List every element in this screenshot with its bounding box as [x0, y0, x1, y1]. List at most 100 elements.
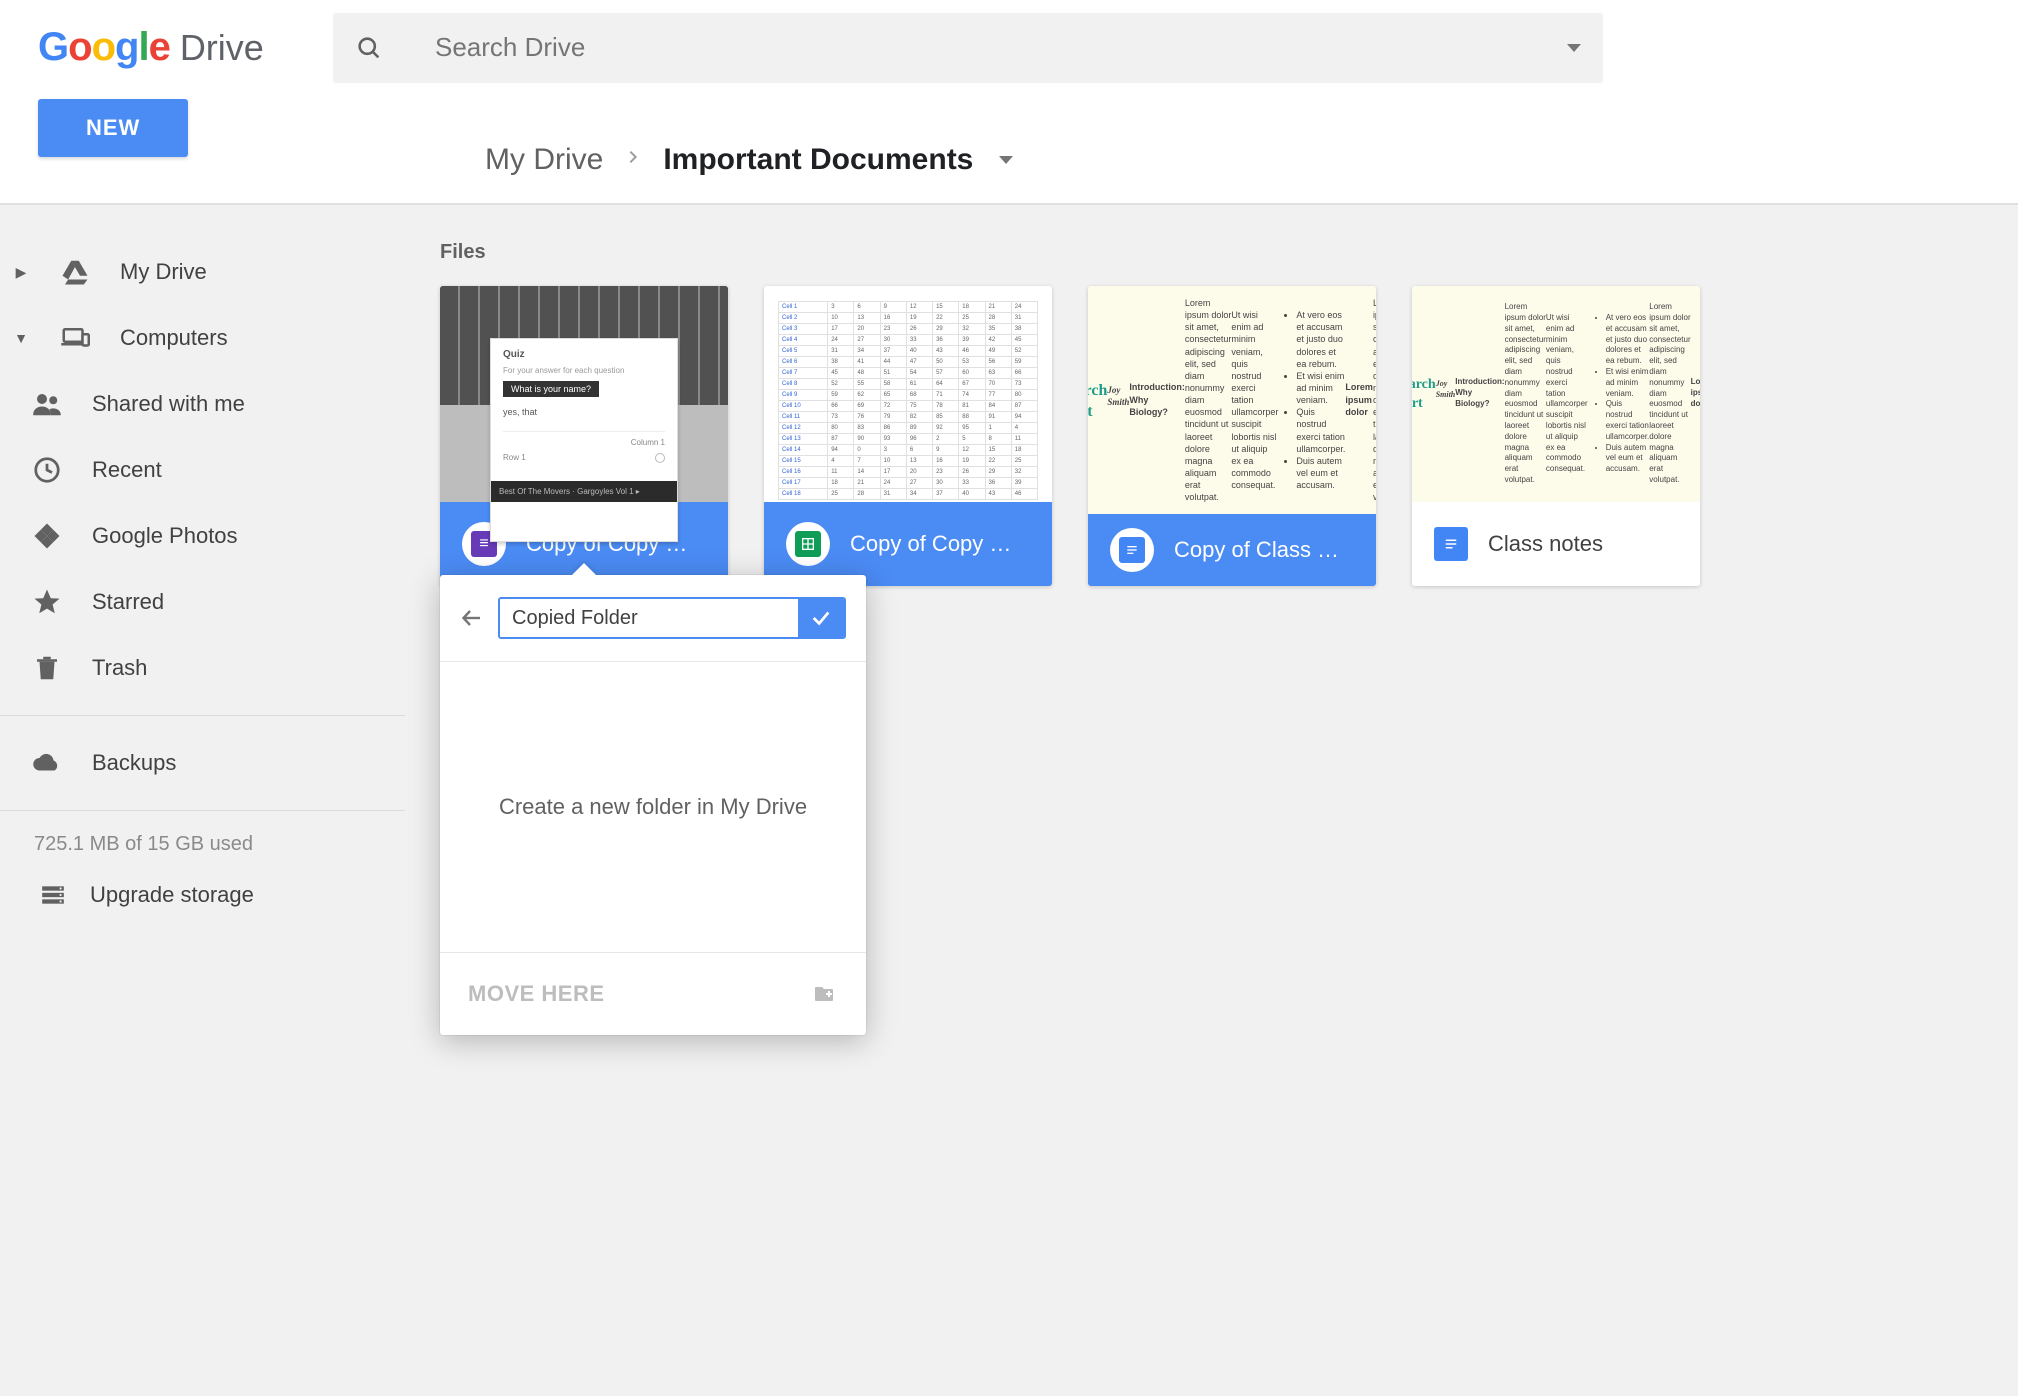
docs-icon [1119, 537, 1145, 563]
storage-icon [38, 882, 68, 908]
doc-paragraph: Lorem ipsum dolor sit amet, consectetur … [1505, 302, 1546, 486]
doc-bullet: Quis nostrud exerci tation ullamcorper. [1606, 399, 1650, 442]
docs-icon [1434, 527, 1468, 561]
subheader: NEW My Drive Important Documents [0, 95, 2018, 205]
drive-logo[interactable]: Google Drive [38, 25, 333, 70]
sidebar: ▶ My Drive ▼ Computers Shared with me Re… [0, 205, 440, 1396]
back-arrow-icon[interactable] [460, 606, 484, 630]
file-thumbnail: Teacher: Ms. Wendy Writer Email: no_repl… [1412, 286, 1700, 502]
section-files-label: Files [440, 241, 2018, 264]
file-grid: Quiz For your answer for each question W… [440, 286, 2018, 586]
clock-icon [30, 455, 64, 485]
file-card[interactable]: Teacher: Ms. Wendy Writer Email: no_repl… [1412, 286, 1700, 586]
sidebar-item-computers[interactable]: ▼ Computers [0, 305, 440, 371]
move-popover: Create a new folder in My Drive MOVE HER… [440, 575, 866, 1035]
doc-bullet: Et wisi enim ad minim veniam. [1606, 367, 1650, 399]
sidebar-item-my-drive[interactable]: ▶ My Drive [0, 239, 440, 305]
sidebar-item-label: Shared with me [92, 391, 245, 417]
sidebar-item-starred[interactable]: Starred [0, 569, 440, 635]
move-popover-footer: MOVE HERE [440, 952, 866, 1035]
move-here-button[interactable]: MOVE HERE [468, 981, 605, 1007]
file-card[interactable]: Research Report Joy Smith Introduction: … [1088, 286, 1376, 586]
doc-bullet: At vero eos et accusam et justo duo dolo… [1606, 313, 1650, 367]
doc-section-heading: Introduction: Why Biology? [1129, 381, 1185, 417]
move-popover-body: Create a new folder in My Drive [440, 662, 866, 952]
file-title: Copy of Class … [1174, 537, 1354, 563]
sidebar-item-recent[interactable]: Recent [0, 437, 440, 503]
doc-author: Joy Smith [1107, 384, 1129, 408]
sidebar-item-photos[interactable]: Google Photos [0, 503, 440, 569]
search-bar[interactable] [333, 13, 1603, 83]
trash-icon [30, 653, 64, 683]
doc-section-heading: Introduction: Why Biology? [1455, 377, 1504, 409]
file-title: Copy of Copy … [850, 531, 1030, 557]
drive-wordmark: Drive [180, 27, 264, 69]
photos-icon [30, 521, 64, 551]
sidebar-item-shared[interactable]: Shared with me [0, 371, 440, 437]
sidebar-item-label: My Drive [120, 259, 207, 285]
drive-icon [58, 257, 92, 287]
file-thumbnail: Cell 13691215182124Cell 2101316192225283… [764, 286, 1052, 502]
file-card-footer: Copy of Class … [1088, 514, 1376, 586]
sidebar-item-label: Starred [92, 589, 164, 615]
search-options-dropdown-icon[interactable] [1567, 44, 1581, 52]
breadcrumb-current[interactable]: Important Documents [663, 143, 973, 177]
quiz-title: Quiz [503, 349, 665, 360]
quiz-answer: yes, that [503, 407, 665, 417]
doc-bullet: Duis autem vel eum et accusam. [1296, 455, 1345, 491]
search-input[interactable] [435, 32, 1567, 63]
star-icon [30, 587, 64, 617]
sheets-icon [795, 531, 821, 557]
new-button[interactable]: NEW [38, 99, 188, 157]
doc-bullet: Duis autem vel eum et accusam. [1606, 443, 1650, 475]
main-content: Files Quiz For your answer for each ques… [440, 205, 2018, 1396]
quiz-column: Column 1 [631, 438, 665, 447]
folder-name-input[interactable] [500, 599, 798, 637]
people-icon [30, 389, 64, 419]
doc-bullet: Et wisi enim ad minim veniam. [1296, 370, 1345, 406]
file-card[interactable]: Cell 13691215182124Cell 2101316192225283… [764, 286, 1052, 586]
google-wordmark: Google [38, 25, 170, 70]
move-popover-body-text: Create a new folder in My Drive [499, 794, 807, 820]
file-type-badge [1110, 528, 1154, 572]
quiz-question: What is your name? [503, 381, 599, 397]
computers-icon [58, 323, 92, 353]
sidebar-item-label: Recent [92, 457, 162, 483]
move-popover-header [440, 575, 866, 662]
file-card-footer: Copy of Copy … [764, 502, 1052, 586]
doc-paragraph: Lorem ipsum dolor sit amet, consectetur … [1185, 297, 1232, 503]
topbar: Google Drive [0, 0, 2018, 95]
search-icon [355, 34, 383, 62]
caret-right-icon: ▶ [12, 264, 30, 281]
file-title: Class notes [1488, 531, 1678, 557]
divider [0, 810, 405, 811]
new-folder-name-field[interactable] [498, 597, 846, 639]
body: ▶ My Drive ▼ Computers Shared with me Re… [0, 205, 2018, 1396]
divider [0, 715, 405, 716]
caret-down-icon: ▼ [12, 330, 30, 346]
breadcrumb: My Drive Important Documents [485, 95, 1013, 203]
sidebar-header: NEW [0, 95, 485, 203]
doc-title: Research Report [1088, 380, 1107, 423]
cloud-icon [30, 748, 64, 778]
new-folder-icon[interactable] [810, 982, 838, 1006]
doc-bullet: At vero eos et accusam et justo duo dolo… [1296, 309, 1345, 370]
doc-title: Research Report [1412, 376, 1436, 414]
sidebar-item-label: Trash [92, 655, 147, 681]
confirm-folder-button[interactable] [798, 599, 844, 637]
file-card[interactable]: Quiz For your answer for each question W… [440, 286, 728, 586]
doc-paragraph: Ut wisi enim ad minim veniam, quis nostr… [1546, 313, 1588, 475]
sidebar-item-trash[interactable]: Trash [0, 635, 440, 701]
folder-dropdown-icon[interactable] [999, 156, 1013, 164]
file-thumbnail: Quiz For your answer for each question W… [440, 286, 728, 502]
chevron-right-icon [625, 143, 641, 177]
doc-paragraph: Lorem ipsum dolor sit amet, consectetur … [1373, 297, 1376, 503]
upgrade-storage-link[interactable]: Upgrade storage [0, 882, 440, 908]
breadcrumb-root[interactable]: My Drive [485, 143, 603, 177]
doc-paragraph: Lorem ipsum dolor sit amet, consectetur … [1649, 302, 1690, 486]
file-card-footer: Class notes [1412, 502, 1700, 586]
sidebar-item-backups[interactable]: Backups [0, 730, 440, 796]
doc-bullet: Quis nostrud exerci tation ullamcorper. [1296, 406, 1345, 455]
storage-usage-text: 725.1 MB of 15 GB used [34, 833, 440, 856]
doc-paragraph: Ut wisi enim ad minim veniam, quis nostr… [1231, 309, 1278, 491]
